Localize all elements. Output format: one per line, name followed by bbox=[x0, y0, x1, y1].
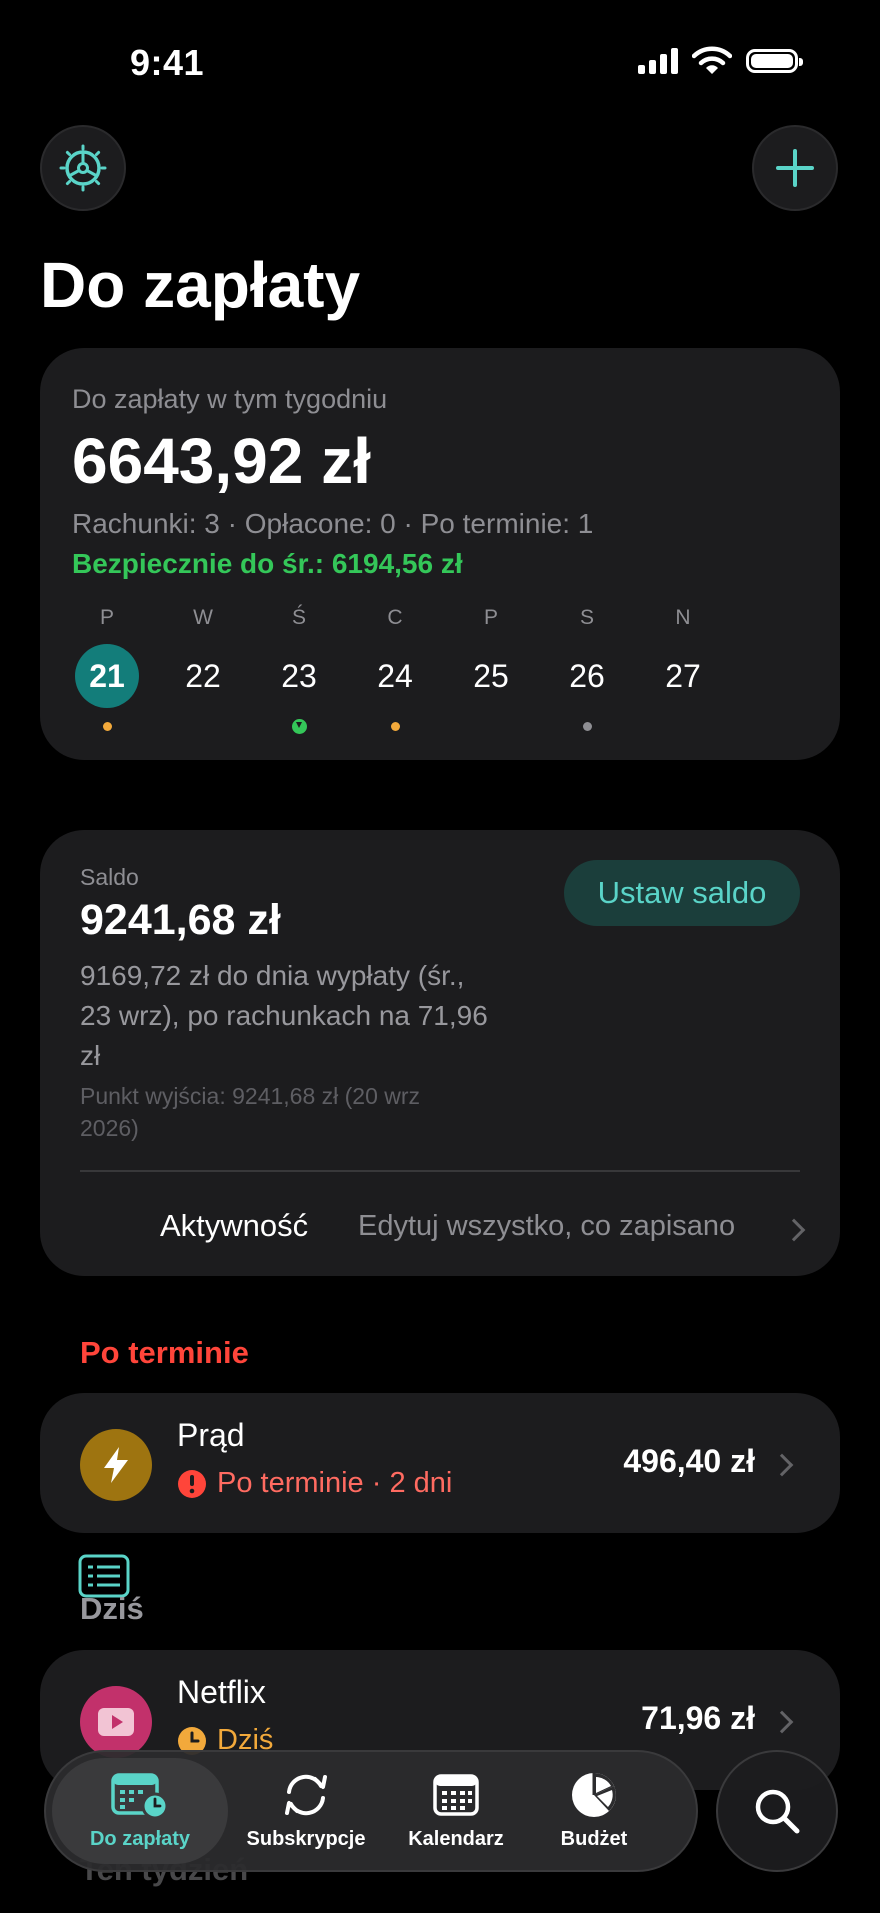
bill-avatar bbox=[80, 1429, 152, 1501]
day-number: 24 bbox=[377, 657, 413, 694]
week-summary-card: Do zapłaty w tym tygodniu 6643,92 zł Rac… bbox=[40, 348, 840, 760]
chevron-right-icon bbox=[770, 1710, 794, 1734]
activity-label: Aktywność bbox=[160, 1208, 309, 1243]
tab-do-zaplaty[interactable]: Do zapłaty bbox=[52, 1758, 228, 1864]
day-letter: C bbox=[387, 606, 403, 629]
divider bbox=[80, 1170, 800, 1172]
today-section-title: Dziś bbox=[80, 1591, 144, 1626]
bill-status: Po terminie · 2 dni bbox=[177, 1467, 452, 1500]
search-icon bbox=[755, 1789, 800, 1834]
safe-to-spend: Bezpiecznie do śr.: 6194,56 zł bbox=[72, 548, 463, 579]
refresh-icon bbox=[285, 1774, 327, 1816]
plus-icon bbox=[776, 149, 814, 187]
tab-subskrypcje[interactable]: Subskrypcje bbox=[236, 1758, 376, 1864]
tab-label: Kalendarz bbox=[408, 1828, 504, 1850]
day-letter: S bbox=[579, 606, 594, 629]
tab-kalendarz[interactable]: Kalendarz bbox=[392, 1758, 520, 1864]
balance-amount: 9241,68 zł bbox=[80, 896, 281, 944]
signal-icon bbox=[638, 48, 678, 74]
day-letter: P bbox=[483, 606, 498, 629]
tab-label: Do zapłaty bbox=[89, 1828, 191, 1850]
day-letter: Ś bbox=[291, 606, 306, 629]
day-23[interactable]: Ś 23 bbox=[254, 606, 344, 734]
chevron-right-icon bbox=[782, 1218, 806, 1242]
bill-amount: 496,40 zł bbox=[623, 1443, 755, 1479]
day-number: 27 bbox=[665, 657, 701, 694]
bill-status-text: Po terminie · 2 dni bbox=[217, 1467, 453, 1499]
overdue-section-title: Po terminie bbox=[80, 1335, 249, 1370]
day-25[interactable]: P 25 bbox=[446, 606, 536, 731]
empty-dot bbox=[199, 722, 208, 731]
day-number: 26 bbox=[569, 657, 605, 694]
calendar-icon bbox=[433, 1774, 479, 1816]
bill-avatar bbox=[80, 1686, 152, 1758]
page-title: Do zapłaty bbox=[40, 249, 361, 321]
tab-bar: Do zapłaty Subskrypcje Kalendarz Budżet bbox=[44, 1750, 698, 1872]
status-icons bbox=[638, 46, 803, 76]
day-number: 23 bbox=[281, 657, 317, 694]
empty-dot bbox=[487, 722, 496, 731]
tab-label: Budżet bbox=[560, 1828, 628, 1850]
day-number: 25 bbox=[473, 657, 509, 694]
tab-budzet[interactable]: Budżet bbox=[534, 1758, 654, 1864]
empty-dot bbox=[679, 722, 688, 731]
balance-card: Saldo 9241,68 zł 9169,72 zł do dnia wypł… bbox=[40, 830, 840, 1598]
bill-name: Prąd bbox=[177, 1417, 245, 1453]
exclamation-circle-icon bbox=[178, 1469, 206, 1498]
day-letter: W bbox=[193, 606, 213, 629]
chevron-right-icon bbox=[770, 1453, 794, 1477]
tab-label: Subskrypcje bbox=[246, 1828, 366, 1850]
day-24[interactable]: C 24 bbox=[350, 606, 440, 731]
payday-arrow-icon bbox=[291, 719, 307, 734]
search-button[interactable] bbox=[716, 1750, 838, 1872]
day-letter: P bbox=[99, 606, 114, 629]
pie-chart-icon bbox=[572, 1773, 616, 1817]
day-number: 21 bbox=[75, 644, 139, 708]
activity-hint: Edytuj wszystko, co zapisano bbox=[358, 1210, 736, 1242]
bill-dot bbox=[390, 722, 400, 731]
bolt-icon bbox=[104, 1447, 128, 1483]
week-amount: 6643,92 zł bbox=[72, 425, 371, 497]
day-22[interactable]: W 22 bbox=[158, 606, 248, 731]
settings-button[interactable] bbox=[40, 125, 126, 211]
bill-dot bbox=[102, 722, 112, 731]
day-letter: N bbox=[675, 606, 691, 629]
bill-dot bbox=[582, 722, 592, 731]
day-27[interactable]: N 27 bbox=[638, 606, 728, 731]
bill-row-prad[interactable]: Prąd Po terminie · 2 dni 496,40 zł bbox=[40, 1393, 840, 1533]
status-time: 9:41 bbox=[130, 42, 205, 83]
add-button[interactable] bbox=[752, 125, 838, 211]
balance-start-point: Punkt wyjścia: 9241,68 zł (20 wrz 2026) bbox=[80, 1083, 421, 1141]
activity-row[interactable]: Aktywność Edytuj wszystko, co zapisano bbox=[40, 1180, 840, 1598]
day-21[interactable]: P 21 bbox=[62, 606, 152, 731]
wifi-icon bbox=[692, 46, 732, 74]
steering-wheel-icon bbox=[59, 144, 107, 192]
day-26[interactable]: S 26 bbox=[542, 606, 632, 731]
balance-description: 9169,72 zł do dnia wypłaty (śr., 23 wrz)… bbox=[80, 960, 488, 1071]
calendar-clock-icon bbox=[111, 1773, 169, 1820]
bill-name: Netflix bbox=[177, 1674, 266, 1710]
play-icon bbox=[98, 1708, 134, 1736]
set-balance-button[interactable]: Ustaw saldo bbox=[564, 860, 800, 926]
balance-label: Saldo bbox=[80, 864, 139, 890]
week-label: Do zapłaty w tym tygodniu bbox=[72, 384, 388, 414]
week-stats: Rachunki: 3 · Opłacone: 0 · Po terminie:… bbox=[72, 508, 594, 539]
battery-icon bbox=[746, 49, 803, 73]
day-number: 22 bbox=[185, 657, 221, 694]
bill-amount: 71,96 zł bbox=[641, 1700, 755, 1736]
